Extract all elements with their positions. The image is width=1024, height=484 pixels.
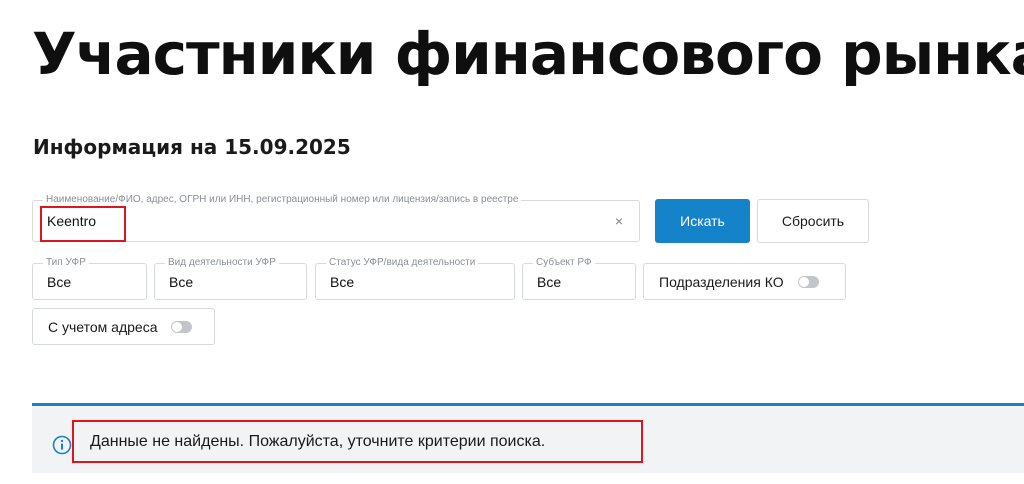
filter-status-label: Статус УФР/вида деятельности <box>326 256 479 270</box>
filter-status-value: Все <box>330 273 355 290</box>
search-input[interactable]: Keentro <box>47 213 96 229</box>
with-address-toggle[interactable]: С учетом адреса <box>32 308 215 345</box>
filter-activity-value: Все <box>169 273 194 290</box>
ko-units-toggle[interactable]: Подразделения КО <box>643 263 846 300</box>
filter-type-select[interactable]: Тип УФР Все <box>32 256 147 300</box>
ko-units-toggle-label: Подразделения КО <box>659 273 784 290</box>
clear-icon[interactable]: × <box>615 213 623 229</box>
filter-activity-select[interactable]: Вид деятельности УФР Все <box>154 256 307 300</box>
search-field-label: Наименование/ФИО, адрес, ОГРН или ИНН, р… <box>43 193 522 207</box>
ko-units-switch[interactable] <box>797 275 819 288</box>
filter-region-label: Субъект РФ <box>533 256 595 270</box>
filter-region-select[interactable]: Субъект РФ Все <box>522 256 636 300</box>
info-icon <box>52 435 72 455</box>
info-date-heading: Информация на 15.09.2025 <box>33 135 351 159</box>
with-address-switch[interactable] <box>171 320 193 333</box>
alert-message: Данные не найдены. Пожалуйста, уточните … <box>90 433 546 450</box>
search-field[interactable]: Наименование/ФИО, адрес, ОГРН или ИНН, р… <box>32 193 640 242</box>
page-title: Участники финансового рынка <box>32 20 1024 88</box>
no-results-alert: Данные не найдены. Пожалуйста, уточните … <box>32 403 1024 473</box>
filter-type-value: Все <box>47 273 72 290</box>
reset-button[interactable]: Сбросить <box>757 199 869 243</box>
filter-region-value: Все <box>537 273 562 290</box>
search-button[interactable]: Искать <box>655 199 750 243</box>
filter-status-select[interactable]: Статус УФР/вида деятельности Все <box>315 256 515 300</box>
filter-type-label: Тип УФР <box>43 256 89 270</box>
filter-activity-label: Вид деятельности УФР <box>165 256 279 270</box>
with-address-toggle-label: С учетом адреса <box>48 318 158 335</box>
